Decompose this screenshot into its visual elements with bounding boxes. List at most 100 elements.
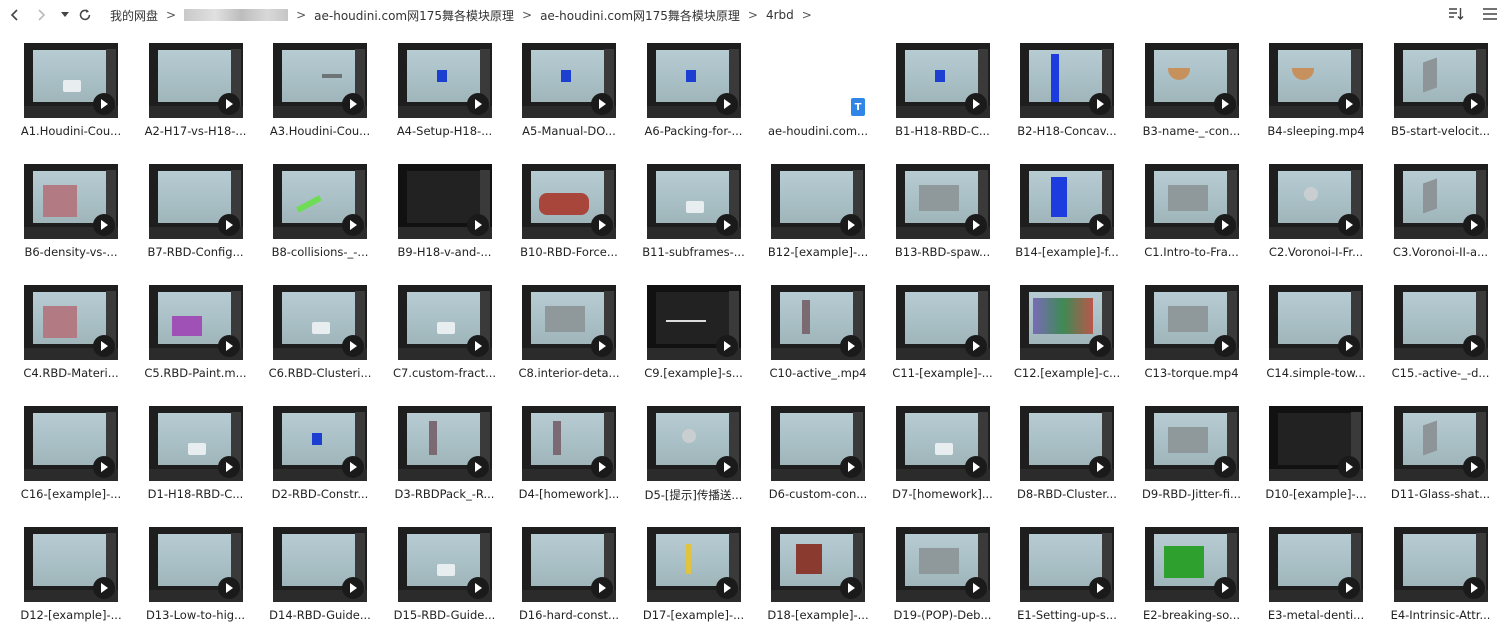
play-icon[interactable] xyxy=(342,214,364,236)
play-icon[interactable] xyxy=(1213,335,1236,357)
file-item[interactable]: D5-[提示]传播送... xyxy=(645,403,765,513)
play-icon[interactable] xyxy=(1089,93,1111,115)
play-icon[interactable] xyxy=(715,577,738,599)
file-item[interactable]: C11-[example]-... xyxy=(892,282,1014,392)
file-item[interactable]: C4.RBD-Materi... xyxy=(22,282,142,392)
breadcrumb-current[interactable]: 4rbd xyxy=(766,8,794,22)
play-icon[interactable] xyxy=(93,335,115,357)
play-icon[interactable] xyxy=(1462,214,1485,236)
play-icon[interactable] xyxy=(591,93,613,115)
file-item[interactable]: C6.RBD-Clusteri... xyxy=(269,282,391,392)
file-item[interactable]: B14-[example]-f... xyxy=(1015,161,1138,271)
file-item[interactable]: C8.interior-deta... xyxy=(518,282,640,392)
file-item[interactable]: D19-(POP)-Deb... xyxy=(894,524,1014,634)
file-item[interactable]: D10-[example]-... xyxy=(1265,403,1387,513)
file-item[interactable]: Tae-houdini.com... xyxy=(768,40,889,150)
play-icon[interactable] xyxy=(1338,214,1360,236)
play-icon[interactable] xyxy=(1462,335,1485,357)
file-item[interactable]: C9.[example]-s... xyxy=(644,282,765,392)
play-icon[interactable] xyxy=(342,335,364,357)
file-item[interactable]: B5-start-velocit... xyxy=(1391,40,1510,150)
file-item[interactable]: C13-torque.mp4 xyxy=(1143,282,1263,392)
file-item[interactable]: D15-RBD-Guide... xyxy=(394,524,516,634)
play-icon[interactable] xyxy=(342,577,364,599)
play-icon[interactable] xyxy=(217,456,240,478)
play-icon[interactable] xyxy=(964,93,987,115)
play-icon[interactable] xyxy=(1462,456,1485,478)
play-icon[interactable] xyxy=(1089,577,1111,599)
file-item[interactable]: B11-subframes-... xyxy=(642,161,765,271)
file-item[interactable]: A4-Setup-H18-... xyxy=(396,40,516,150)
file-item[interactable]: C2.Voronoi-I-Fr... xyxy=(1267,161,1387,271)
play-icon[interactable] xyxy=(591,577,613,599)
play-icon[interactable] xyxy=(466,214,489,236)
play-icon[interactable] xyxy=(93,93,115,115)
breadcrumb-root[interactable]: 我的网盘 xyxy=(110,7,158,24)
file-item[interactable]: D7-[homework]... xyxy=(892,403,1014,513)
breadcrumb-redacted[interactable] xyxy=(184,9,289,21)
file-item[interactable]: C16-[example]-... xyxy=(21,403,142,513)
play-icon[interactable] xyxy=(715,93,738,115)
file-item[interactable]: E3-metal-denti... xyxy=(1267,524,1387,634)
play-icon[interactable] xyxy=(1338,335,1360,357)
file-item[interactable]: D9-RBD-Jitter-fi... xyxy=(1142,403,1263,513)
play-icon[interactable] xyxy=(1462,577,1485,599)
play-icon[interactable] xyxy=(217,335,240,357)
play-icon[interactable] xyxy=(1338,456,1360,478)
play-icon[interactable] xyxy=(964,456,987,478)
file-item[interactable]: C3.Voronoi-II-a... xyxy=(1392,161,1510,271)
play-icon[interactable] xyxy=(1089,335,1111,357)
file-item[interactable]: E1-Setting-up-s... xyxy=(1017,524,1138,634)
file-item[interactable]: D11-Glass-shat... xyxy=(1391,403,1510,513)
play-icon[interactable] xyxy=(1338,577,1360,599)
breadcrumb-folder-1[interactable]: ae-houdini.com网175舞各模块原理 xyxy=(314,7,514,24)
play-icon[interactable] xyxy=(1213,214,1236,236)
play-icon[interactable] xyxy=(840,214,862,236)
play-icon[interactable] xyxy=(591,335,613,357)
file-item[interactable]: C12.[example]-c... xyxy=(1014,282,1138,392)
file-item[interactable]: B9-H18-v-and-... xyxy=(396,161,516,271)
play-icon[interactable] xyxy=(591,214,613,236)
file-item[interactable]: C15.-active-_-d... xyxy=(1392,282,1510,392)
play-icon[interactable] xyxy=(1213,93,1236,115)
file-item[interactable]: A3.Houdini-Cou... xyxy=(270,40,391,150)
file-item[interactable]: A6-Packing-for-... xyxy=(645,40,765,150)
file-item[interactable]: B2-H18-Concav... xyxy=(1017,40,1138,150)
play-icon[interactable] xyxy=(1462,93,1485,115)
sort-button[interactable] xyxy=(1446,4,1466,24)
play-icon[interactable] xyxy=(840,577,862,599)
file-item[interactable]: D12-[example]-... xyxy=(20,524,142,634)
play-icon[interactable] xyxy=(1213,577,1236,599)
refresh-button[interactable] xyxy=(74,4,96,26)
file-item[interactable]: C1.Intro-to-Fra... xyxy=(1143,161,1263,271)
play-icon[interactable] xyxy=(1089,214,1111,236)
file-item[interactable]: E2-breaking-so... xyxy=(1143,524,1263,634)
file-item[interactable]: D2-RBD-Constr... xyxy=(271,403,391,513)
file-item[interactable]: B6-density-vs-... xyxy=(22,161,142,271)
file-item[interactable]: C5.RBD-Paint.m... xyxy=(144,282,267,392)
file-item[interactable]: C10-active_.mp4 xyxy=(769,282,889,392)
play-icon[interactable] xyxy=(93,214,115,236)
play-icon[interactable] xyxy=(1213,456,1236,478)
play-icon[interactable] xyxy=(1089,456,1111,478)
play-icon[interactable] xyxy=(466,456,489,478)
play-icon[interactable] xyxy=(342,456,364,478)
play-icon[interactable] xyxy=(466,577,489,599)
play-icon[interactable] xyxy=(964,214,987,236)
forward-button[interactable] xyxy=(30,4,52,26)
play-icon[interactable] xyxy=(466,335,489,357)
file-item[interactable]: A5-Manual-DO... xyxy=(520,40,640,150)
play-icon[interactable] xyxy=(93,577,115,599)
breadcrumb-folder-2[interactable]: ae-houdini.com网175舞各模块原理 xyxy=(540,7,740,24)
play-icon[interactable] xyxy=(715,456,738,478)
file-item[interactable]: A2-H17-vs-H18-... xyxy=(145,40,267,150)
file-item[interactable]: D3-RBDPack_-R... xyxy=(395,403,516,513)
play-icon[interactable] xyxy=(342,93,364,115)
file-item[interactable]: B7-RBD-Config... xyxy=(147,161,267,271)
file-item[interactable]: D17-[example]-... xyxy=(643,524,765,634)
play-icon[interactable] xyxy=(715,214,738,236)
play-icon[interactable] xyxy=(964,335,987,357)
file-item[interactable]: A1.Houdini-Cou... xyxy=(21,40,142,150)
play-icon[interactable] xyxy=(217,93,240,115)
play-icon[interactable] xyxy=(217,577,240,599)
